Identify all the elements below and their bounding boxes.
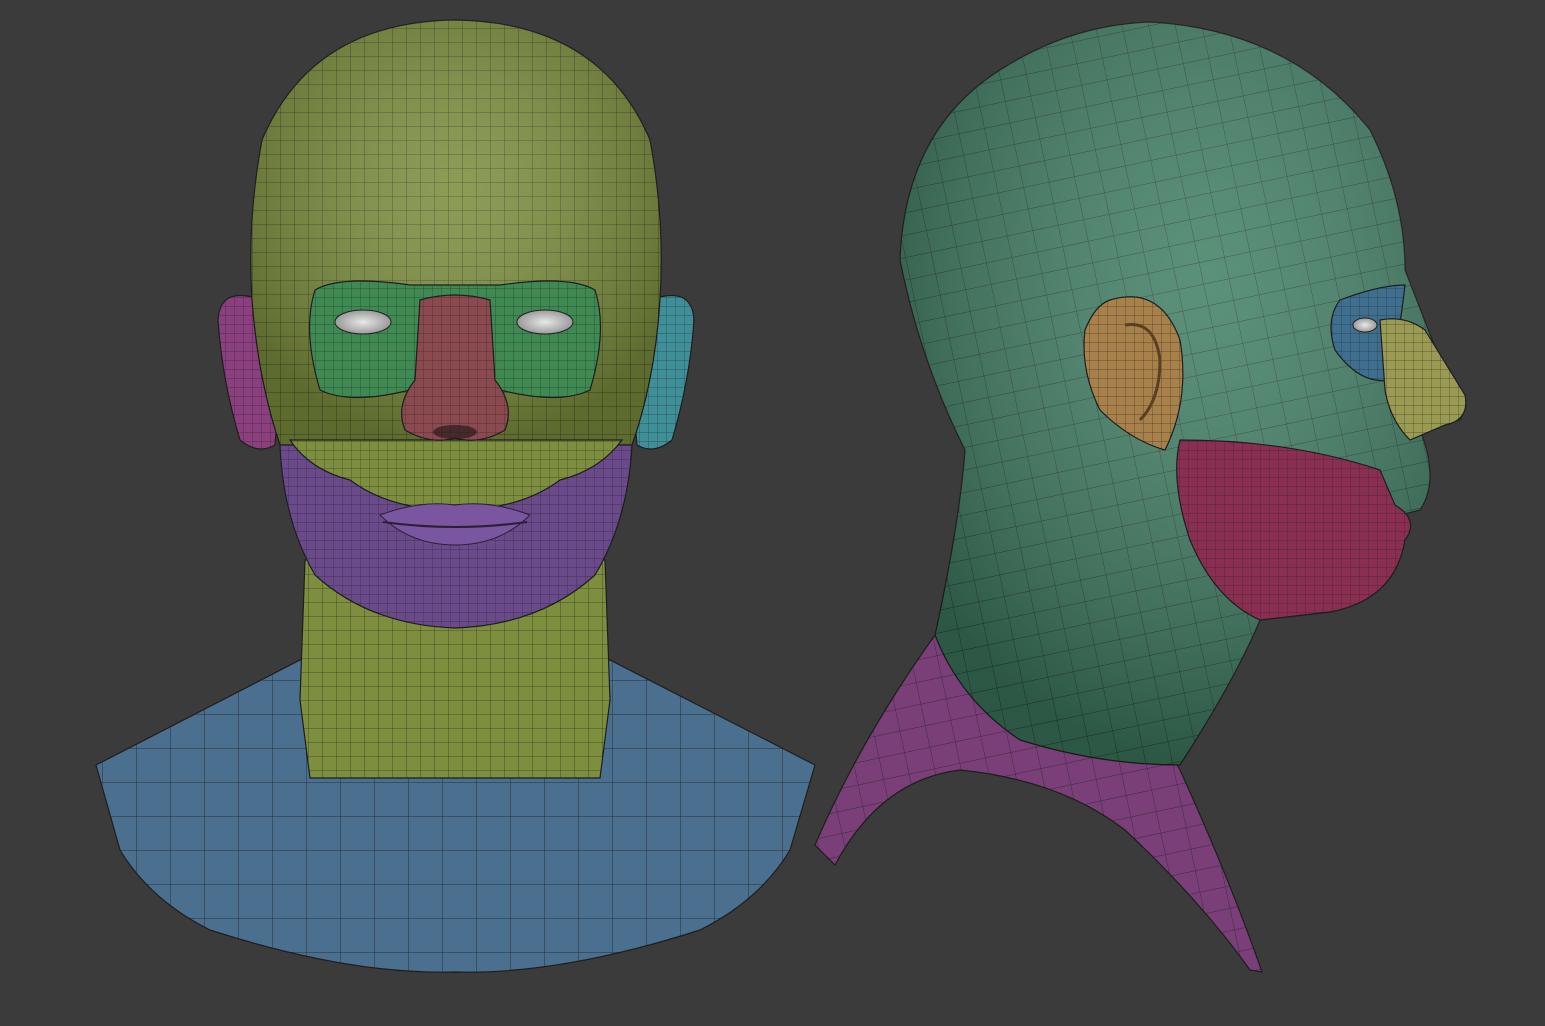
scene-canvas [95,19,1467,973]
side-eye [1352,317,1378,333]
front-view [95,19,816,973]
front-eye-left [334,309,392,335]
viewport [0,0,1545,1026]
side-view [814,21,1467,973]
front-eye-right [516,309,574,335]
